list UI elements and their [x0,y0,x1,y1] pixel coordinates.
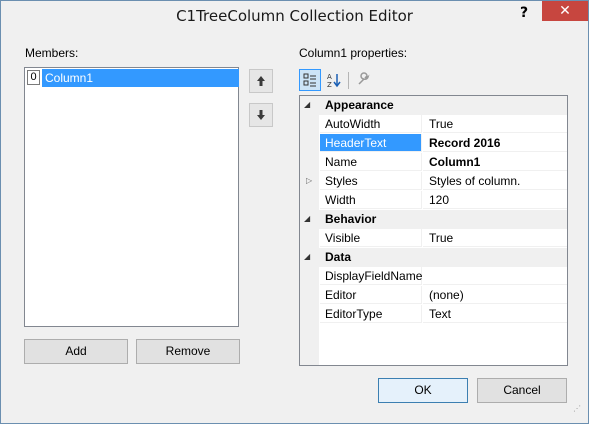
property-value[interactable]: Styles of column. [423,172,567,190]
category-name: Appearance [325,98,394,112]
property-row[interactable]: Width 120 [300,191,567,210]
help-button[interactable]: ? [512,3,536,23]
list-item[interactable]: 0 Column1 [26,69,239,87]
property-value[interactable]: True [423,115,567,133]
svg-text:A: A [327,73,332,81]
window-title: C1TreeColumn Collection Editor [176,7,413,25]
svg-text:Z: Z [327,81,332,88]
property-name: Styles [320,172,422,190]
expand-icon[interactable]: ▷ [306,175,312,187]
cancel-button[interactable]: Cancel [477,378,567,403]
members-label: Members: [25,46,79,60]
property-row[interactable]: AutoWidth True [300,115,567,134]
property-row[interactable]: ▷ Styles Styles of column. [300,172,567,191]
property-pages-button[interactable] [353,69,375,91]
property-row[interactable]: Editor (none) [300,286,567,305]
property-row[interactable]: DisplayFieldName [300,267,567,286]
property-name: Visible [320,229,422,247]
property-row[interactable]: EditorType Text [300,305,567,324]
category-data[interactable]: ◢ Data [300,248,567,267]
property-name: Editor [320,286,422,304]
close-icon: ✕ [559,3,571,19]
property-name: EditorType [320,305,422,323]
property-value[interactable]: True [423,229,567,247]
arrow-down-icon [257,110,265,120]
property-name: HeaderText [320,134,422,152]
alphabetical-icon: A Z [327,73,341,89]
title-bar: C1TreeColumn Collection Editor ? ✕ [1,1,588,31]
property-value[interactable]: (none) [423,286,567,304]
move-up-button[interactable] [249,69,273,93]
property-value[interactable]: Text [423,305,567,323]
collapse-icon[interactable]: ◢ [304,213,314,225]
alphabetical-button[interactable]: A Z [323,69,345,91]
property-grid[interactable]: ◢ Appearance AutoWidth True HeaderText R… [299,95,568,366]
property-name: DisplayFieldName [320,267,422,285]
collection-editor-dialog: C1TreeColumn Collection Editor ? ✕ Membe… [0,0,589,424]
category-name: Behavior [325,212,377,226]
category-name: Data [325,250,352,264]
category-behavior[interactable]: ◢ Behavior [300,210,567,229]
category-appearance[interactable]: ◢ Appearance [300,96,567,115]
resize-grip-icon[interactable]: ⋰ [573,405,585,418]
close-button[interactable]: ✕ [542,1,588,21]
property-row[interactable]: HeaderText Record 2016 [300,134,567,153]
property-value[interactable]: Record 2016 [423,134,567,152]
properties-label: Column1 properties: [299,46,408,60]
add-button[interactable]: Add [24,339,128,364]
member-index: 0 [27,70,40,85]
members-list[interactable]: 0 Column1 [24,67,239,327]
move-down-button[interactable] [249,103,273,127]
categorized-icon [303,73,316,87]
property-name: Name [320,153,422,171]
ok-button[interactable]: OK [378,378,468,403]
property-value[interactable]: Column1 [423,153,567,171]
collapse-icon[interactable]: ◢ [304,251,314,263]
property-row[interactable]: Name Column1 [300,153,567,172]
categorized-button[interactable] [299,69,321,91]
property-value[interactable] [423,267,567,285]
member-name: Column1 [42,69,239,87]
collapse-icon[interactable]: ◢ [304,99,314,111]
property-name: AutoWidth [320,115,422,133]
property-value[interactable]: 120 [423,191,567,209]
property-row[interactable]: Visible True [300,229,567,248]
wrench-icon [358,72,370,85]
property-name: Width [320,191,422,209]
toolbar-separator [348,72,349,89]
remove-button[interactable]: Remove [136,339,240,364]
arrow-up-icon [257,76,265,86]
